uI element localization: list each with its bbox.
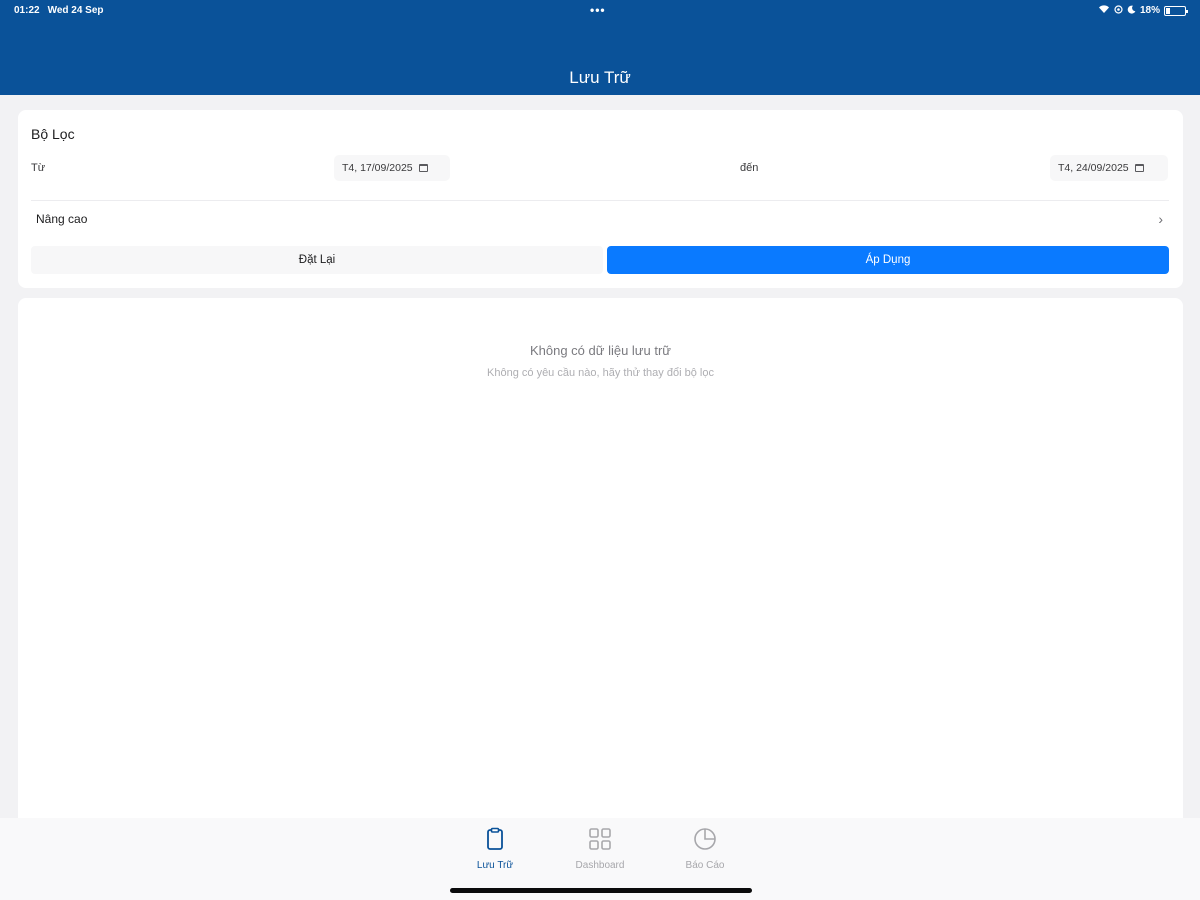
advanced-filter-row[interactable]: Nâng cao › xyxy=(31,202,1169,236)
tab-archive-label: Lưu Trữ xyxy=(476,860,514,871)
calendar-icon xyxy=(1134,164,1144,172)
from-date-picker[interactable]: T4, 17/09/2025 xyxy=(334,155,450,181)
from-date-value: T4, 17/09/2025 xyxy=(342,162,413,174)
app-header: 01:22 Wed 24 Sep ••• 18% Lưu Trữ xyxy=(0,0,1200,95)
pie-chart-icon xyxy=(692,826,718,852)
status-right: 18% xyxy=(1098,4,1188,17)
divider xyxy=(31,200,1169,201)
to-date-value: T4, 24/09/2025 xyxy=(1058,162,1129,174)
tab-reports-label: Báo Cáo xyxy=(685,860,725,871)
tab-dashboard[interactable]: Dashboard xyxy=(555,826,645,876)
grid-icon xyxy=(587,826,613,852)
tab-archive[interactable]: Lưu Trữ xyxy=(450,826,540,876)
reset-button[interactable]: Đặt Lại xyxy=(31,246,603,274)
status-bar: 01:22 Wed 24 Sep ••• 18% xyxy=(0,0,1200,22)
empty-state-title: Không có dữ liệu lưu trữ xyxy=(529,343,671,358)
home-indicator[interactable] xyxy=(450,888,752,893)
filter-card: Bộ Lọc Từ T4, 17/09/2025 đến T4, 24/09/2… xyxy=(18,110,1183,288)
to-date-label: đến xyxy=(740,162,759,174)
battery-icon xyxy=(1164,5,1188,16)
advanced-filter-label: Nâng cao xyxy=(36,212,88,226)
filter-title: Bộ Lọc xyxy=(31,126,75,142)
archive-list-panel: Không có dữ liệu lưu trữ Không có yêu cầ… xyxy=(18,298,1183,818)
moon-icon xyxy=(1127,5,1136,17)
page-title: Lưu Trữ xyxy=(569,68,631,87)
calendar-icon xyxy=(418,164,428,172)
empty-state-subtitle: Không có yêu cầu nào, hãy thử thay đổi b… xyxy=(487,367,714,379)
status-time: 01:22 xyxy=(14,5,40,16)
status-date: Wed 24 Sep xyxy=(47,5,104,16)
status-left: 01:22 Wed 24 Sep xyxy=(14,5,104,16)
location-icon xyxy=(1114,4,1123,17)
wifi-icon xyxy=(1098,4,1110,17)
battery-percentage: 18% xyxy=(1139,5,1160,16)
to-date-picker[interactable]: T4, 24/09/2025 xyxy=(1050,155,1168,181)
tab-dashboard-label: Dashboard xyxy=(575,860,625,871)
apply-button[interactable]: Áp Dụng xyxy=(607,246,1169,274)
multitasking-dots-icon[interactable]: ••• xyxy=(590,3,606,17)
from-date-label: Từ xyxy=(31,162,46,174)
chevron-right-icon: › xyxy=(1158,211,1163,227)
tab-reports[interactable]: Báo Cáo xyxy=(660,826,750,876)
clipboard-icon xyxy=(482,826,508,852)
